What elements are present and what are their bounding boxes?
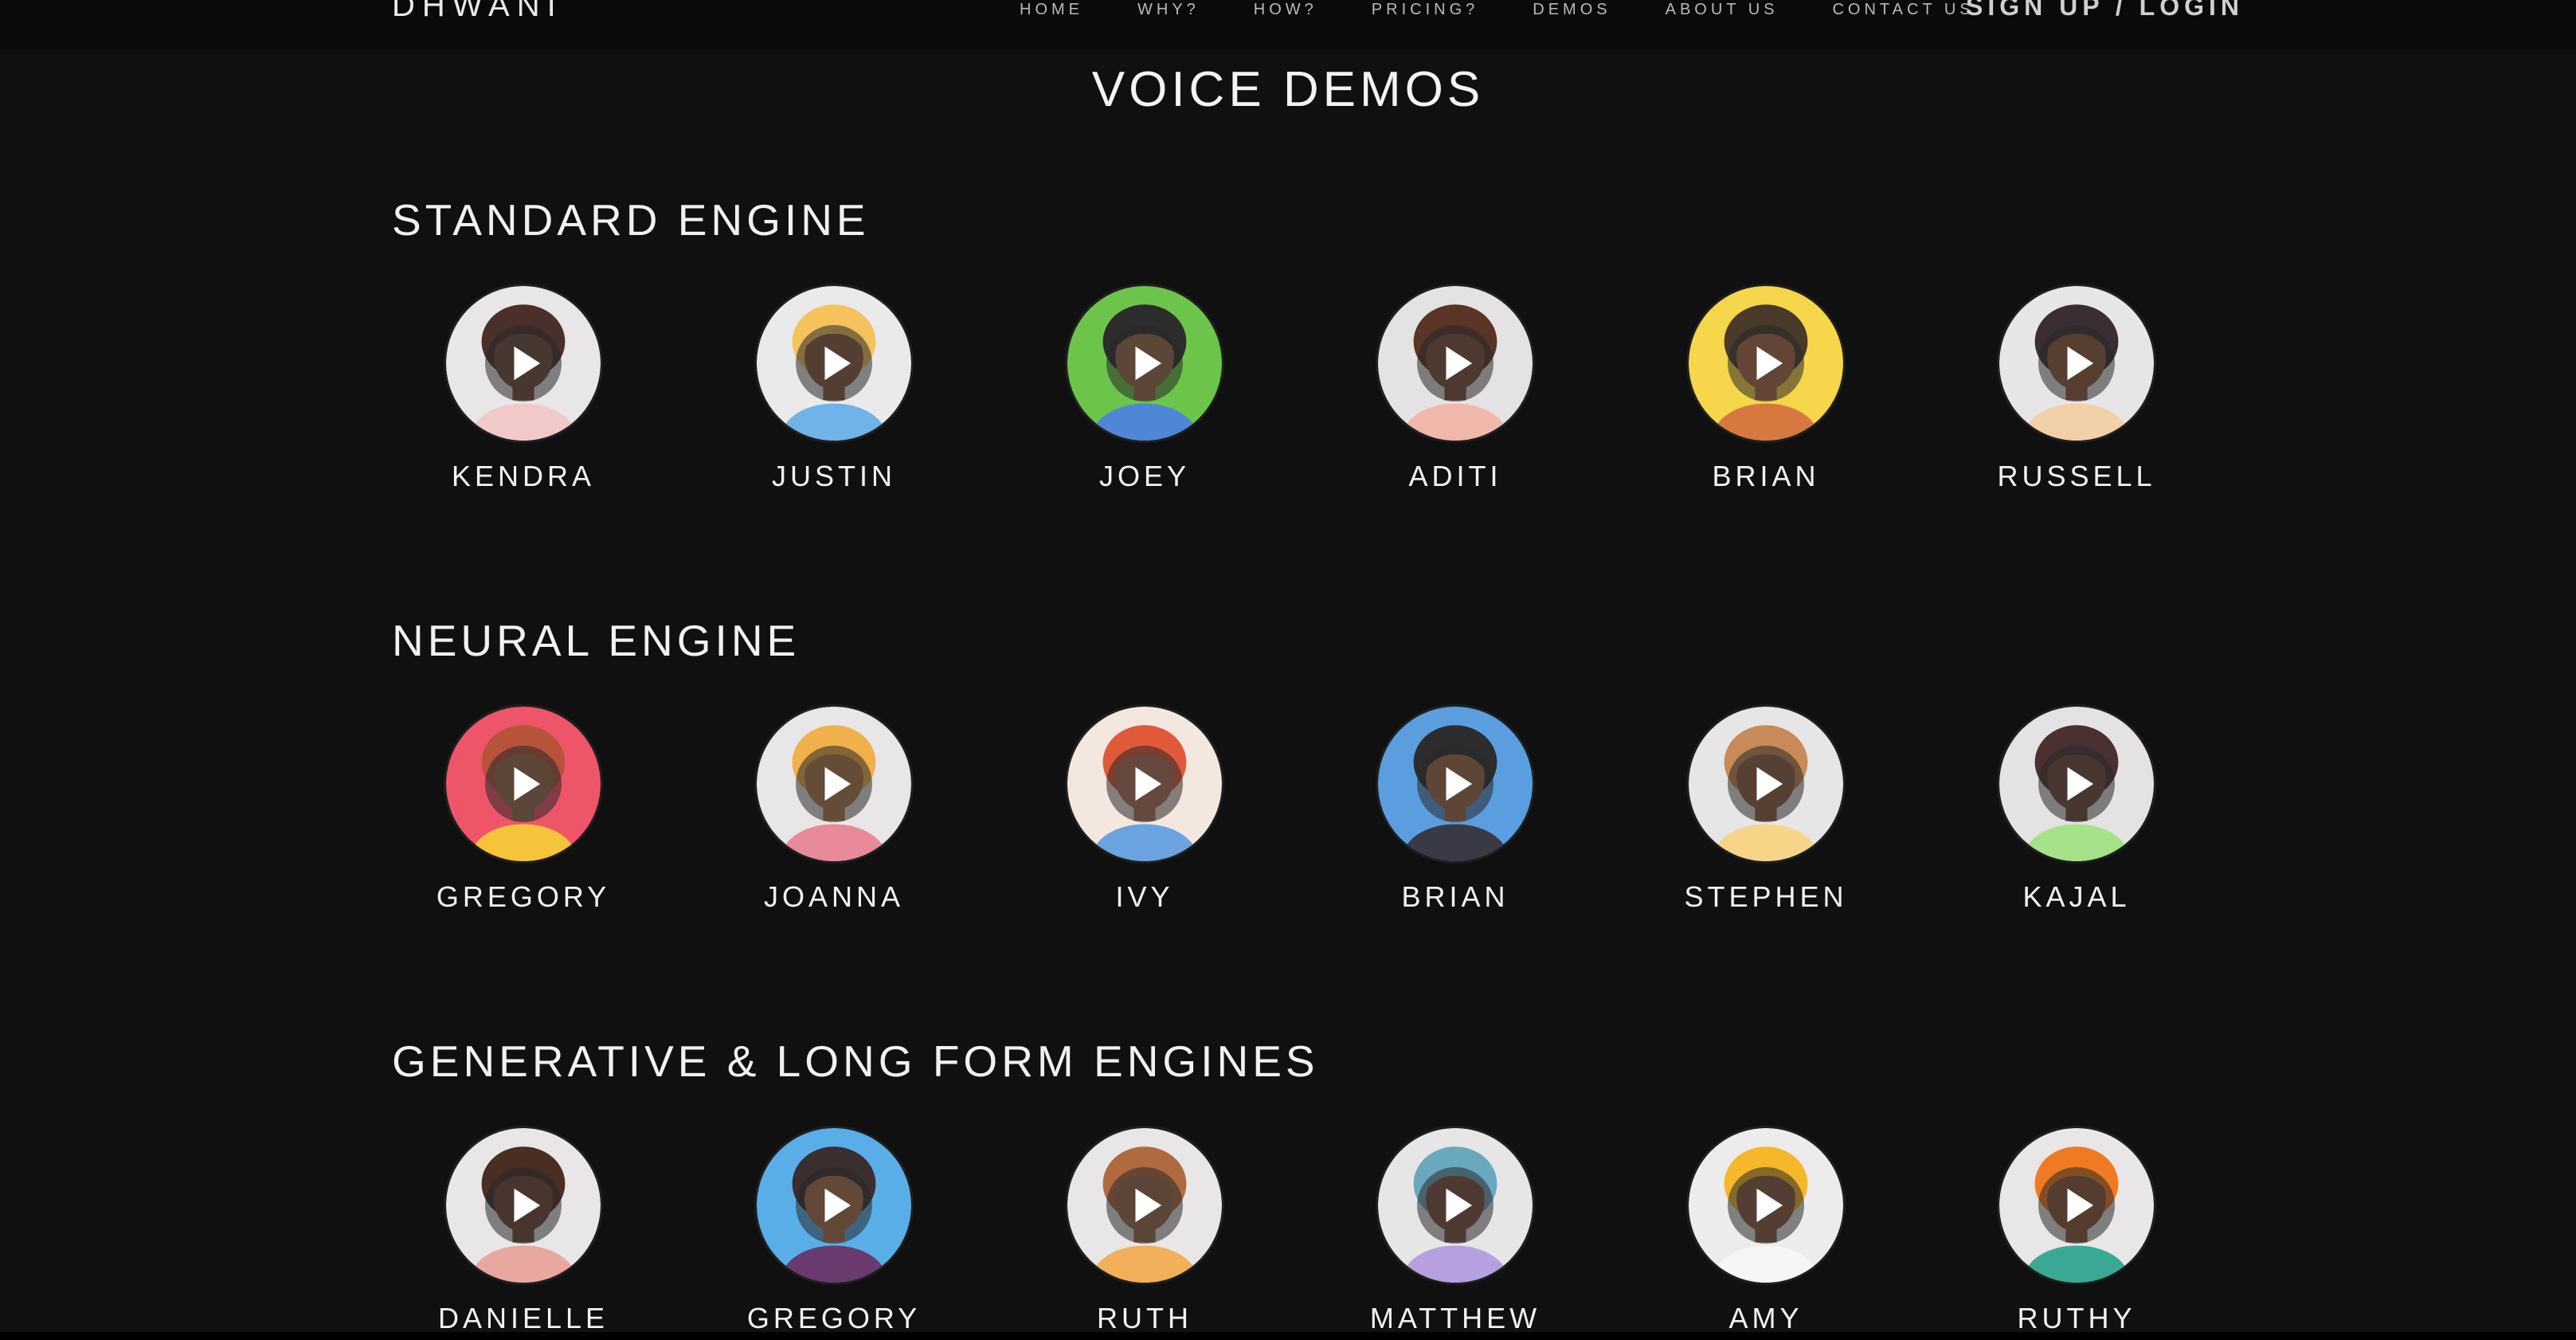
voice-card-matthew[interactable]: MATTHEW [1336, 1126, 1575, 1334]
nav-link-demos[interactable]: DEMOS [1533, 0, 1611, 19]
nav-link-pricing[interactable]: PRICING? [1372, 0, 1478, 19]
voice-card-joanna[interactable]: JOANNA [714, 704, 953, 913]
play-icon[interactable] [485, 1167, 562, 1244]
play-icon[interactable] [1106, 325, 1183, 402]
section-title-generative-long-form-engines: GENERATIVE & LONG FORM ENGINES [392, 1036, 1319, 1086]
voice-card-ruthy[interactable]: RUTHY [1957, 1126, 2196, 1334]
play-icon[interactable] [2038, 1167, 2115, 1244]
voice-avatar[interactable] [754, 284, 914, 443]
voice-name: IVY [1115, 880, 1174, 913]
play-icon[interactable] [1106, 746, 1183, 822]
voice-card-russell[interactable]: RUSSELL [1957, 284, 2196, 492]
voice-card-joey[interactable]: JOEY [1025, 284, 1264, 492]
page-title: VOICE DEMOS [1091, 62, 1485, 117]
voice-card-gregory-generative[interactable]: GREGORY [714, 1126, 953, 1334]
section-title-standard-engine: STANDARD ENGINE [392, 195, 870, 245]
voice-name: GREGORY [436, 880, 611, 913]
play-icon[interactable] [485, 325, 562, 402]
play-icon[interactable] [485, 746, 562, 822]
voice-card-amy[interactable]: AMY [1646, 1126, 1885, 1334]
voice-name: JUSTIN [772, 460, 896, 492]
voice-avatar[interactable] [444, 284, 603, 443]
sign-up-login-link[interactable]: SIGN UP / LOGIN [1966, 0, 2244, 21]
voice-name: RUTHY [2017, 1302, 2136, 1334]
voice-avatar[interactable] [1376, 704, 1535, 864]
voice-avatar[interactable] [1376, 284, 1535, 443]
voice-card-danielle[interactable]: DANIELLE [404, 1126, 643, 1334]
voice-demos-page: DHWANI HOME WHY? HOW? PRICING? DEMOS ABO… [0, 0, 2576, 1340]
voice-card-gregory[interactable]: GREGORY [404, 704, 643, 913]
section-title-neural-engine: NEURAL ENGINE [392, 616, 801, 665]
voice-card-brian[interactable]: BRIAN [1646, 284, 1885, 492]
play-icon[interactable] [796, 1167, 872, 1244]
play-icon[interactable] [1728, 325, 1804, 402]
voice-card-kajal[interactable]: KAJAL [1957, 704, 2196, 913]
voice-name: JOEY [1098, 460, 1191, 492]
voice-card-brian-neural[interactable]: BRIAN [1336, 704, 1575, 913]
voice-avatar[interactable] [1065, 284, 1224, 443]
voice-name: BRIAN [1401, 880, 1509, 913]
voice-name: RUTH [1097, 1302, 1192, 1334]
voice-avatar[interactable] [754, 704, 914, 864]
nav-link-home[interactable]: HOME [1020, 0, 1083, 19]
top-navbar: DHWANI HOME WHY? HOW? PRICING? DEMOS ABO… [0, 0, 2576, 49]
play-icon[interactable] [796, 325, 872, 402]
voice-name: KENDRA [451, 460, 596, 492]
play-icon[interactable] [2038, 325, 2115, 402]
voice-avatar[interactable] [1686, 284, 1846, 443]
bottom-edge [0, 1332, 2576, 1340]
voice-card-stephen[interactable]: STEPHEN [1646, 704, 1885, 913]
nav-links: HOME WHY? HOW? PRICING? DEMOS ABOUT US C… [1020, 0, 2029, 24]
voice-card-kendra[interactable]: KENDRA [404, 284, 643, 492]
voice-name: ADITI [1408, 460, 1502, 492]
play-icon[interactable] [1417, 325, 1494, 402]
voice-name: BRIAN [1712, 460, 1820, 492]
play-icon[interactable] [1106, 1167, 1183, 1244]
voice-name: RUSSELL [1997, 460, 2156, 492]
voice-card-aditi[interactable]: ADITI [1336, 284, 1575, 492]
voice-name: MATTHEW [1369, 1302, 1541, 1334]
voice-avatar[interactable] [444, 704, 603, 864]
voice-name: AMY [1728, 1302, 1803, 1334]
brand-logo[interactable]: DHWANI [392, 0, 563, 24]
voice-avatar[interactable] [1997, 704, 2156, 864]
nav-link-how[interactable]: HOW? [1254, 0, 1317, 19]
play-icon[interactable] [1728, 1167, 1804, 1244]
voice-avatar[interactable] [1376, 1126, 1535, 1285]
play-icon[interactable] [1417, 746, 1494, 822]
voice-name: GREGORY [746, 1302, 922, 1334]
voice-name: DANIELLE [437, 1302, 609, 1334]
voice-card-ivy[interactable]: IVY [1025, 704, 1264, 913]
voice-avatar[interactable] [444, 1126, 603, 1285]
voice-avatar[interactable] [754, 1126, 914, 1285]
voice-card-ruth[interactable]: RUTH [1025, 1126, 1264, 1334]
play-icon[interactable] [2038, 746, 2115, 822]
play-icon[interactable] [796, 746, 872, 822]
nav-link-about-us[interactable]: ABOUT US [1666, 0, 1779, 19]
play-icon[interactable] [1728, 746, 1804, 822]
voice-avatar[interactable] [1065, 1126, 1224, 1285]
voice-avatar[interactable] [1997, 1126, 2156, 1285]
voice-avatar[interactable] [1686, 704, 1846, 864]
voice-avatar[interactable] [1997, 284, 2156, 443]
nav-link-why[interactable]: WHY? [1137, 0, 1200, 19]
nav-link-contact-us[interactable]: CONTACT US [1832, 0, 1974, 19]
voice-name: KAJAL [2022, 880, 2131, 913]
voice-name: STEPHEN [1684, 880, 1848, 913]
voice-avatar[interactable] [1686, 1126, 1846, 1285]
voice-card-justin[interactable]: JUSTIN [714, 284, 953, 492]
voice-avatar[interactable] [1065, 704, 1224, 864]
voice-name: JOANNA [763, 880, 905, 913]
play-icon[interactable] [1417, 1167, 1494, 1244]
